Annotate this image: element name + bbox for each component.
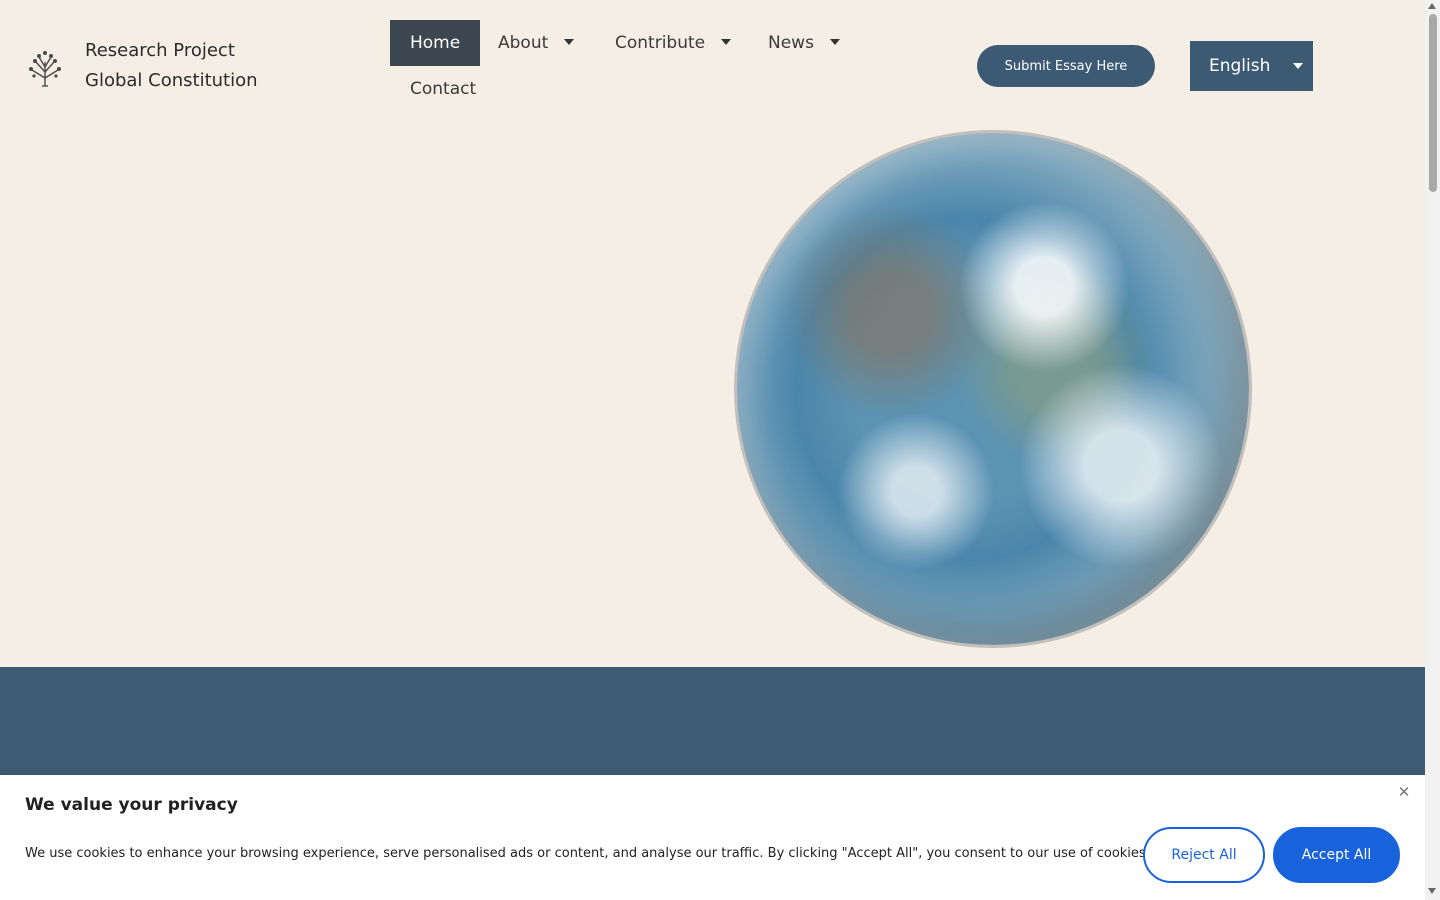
nav-contact-label: Contact [410, 79, 477, 99]
nav-home-label: Home [410, 33, 461, 53]
chevron-down-icon [564, 39, 575, 45]
brand-line-1: Research Project [85, 40, 235, 61]
nav-about[interactable]: About [478, 20, 594, 66]
accept-all-button[interactable]: Accept All [1273, 827, 1400, 883]
chevron-down-icon [1293, 63, 1303, 69]
language-select[interactable]: English [1190, 41, 1313, 91]
tree-icon[interactable] [25, 48, 65, 88]
nav-about-label: About [498, 33, 549, 53]
cookie-text: We use cookies to enhance your browsing … [25, 846, 1150, 861]
reject-all-button[interactable]: Reject All [1143, 827, 1265, 883]
chevron-down-icon [829, 39, 840, 45]
nav-home[interactable]: Home [390, 20, 481, 66]
language-selected: English [1209, 56, 1271, 76]
nav-news-label: News [768, 33, 814, 53]
globe-earth-image [737, 133, 1249, 645]
cookie-banner: We value your privacy ✕ We use cookies t… [0, 775, 1425, 900]
scroll-up-icon[interactable] [1428, 3, 1436, 9]
brand-name[interactable]: Research Project Global Constitution [85, 36, 258, 96]
brand-line-2: Global Constitution [85, 70, 258, 91]
scroll-down-icon[interactable] [1428, 888, 1436, 894]
scrollbar[interactable] [1425, 0, 1440, 900]
submit-essay-button[interactable]: Submit Essay Here [977, 45, 1155, 87]
cookie-title: We value your privacy [25, 795, 238, 815]
nav-contact[interactable]: Contact [390, 66, 496, 112]
close-icon[interactable]: ✕ [1396, 784, 1412, 800]
nav-contribute[interactable]: Contribute [595, 20, 751, 66]
chevron-down-icon [721, 39, 732, 45]
scrollbar-thumb[interactable] [1429, 14, 1437, 192]
nav-news[interactable]: News [748, 20, 860, 66]
page: Research Project Global Constitution Hom… [0, 0, 1425, 900]
nav-contribute-label: Contribute [615, 33, 706, 53]
